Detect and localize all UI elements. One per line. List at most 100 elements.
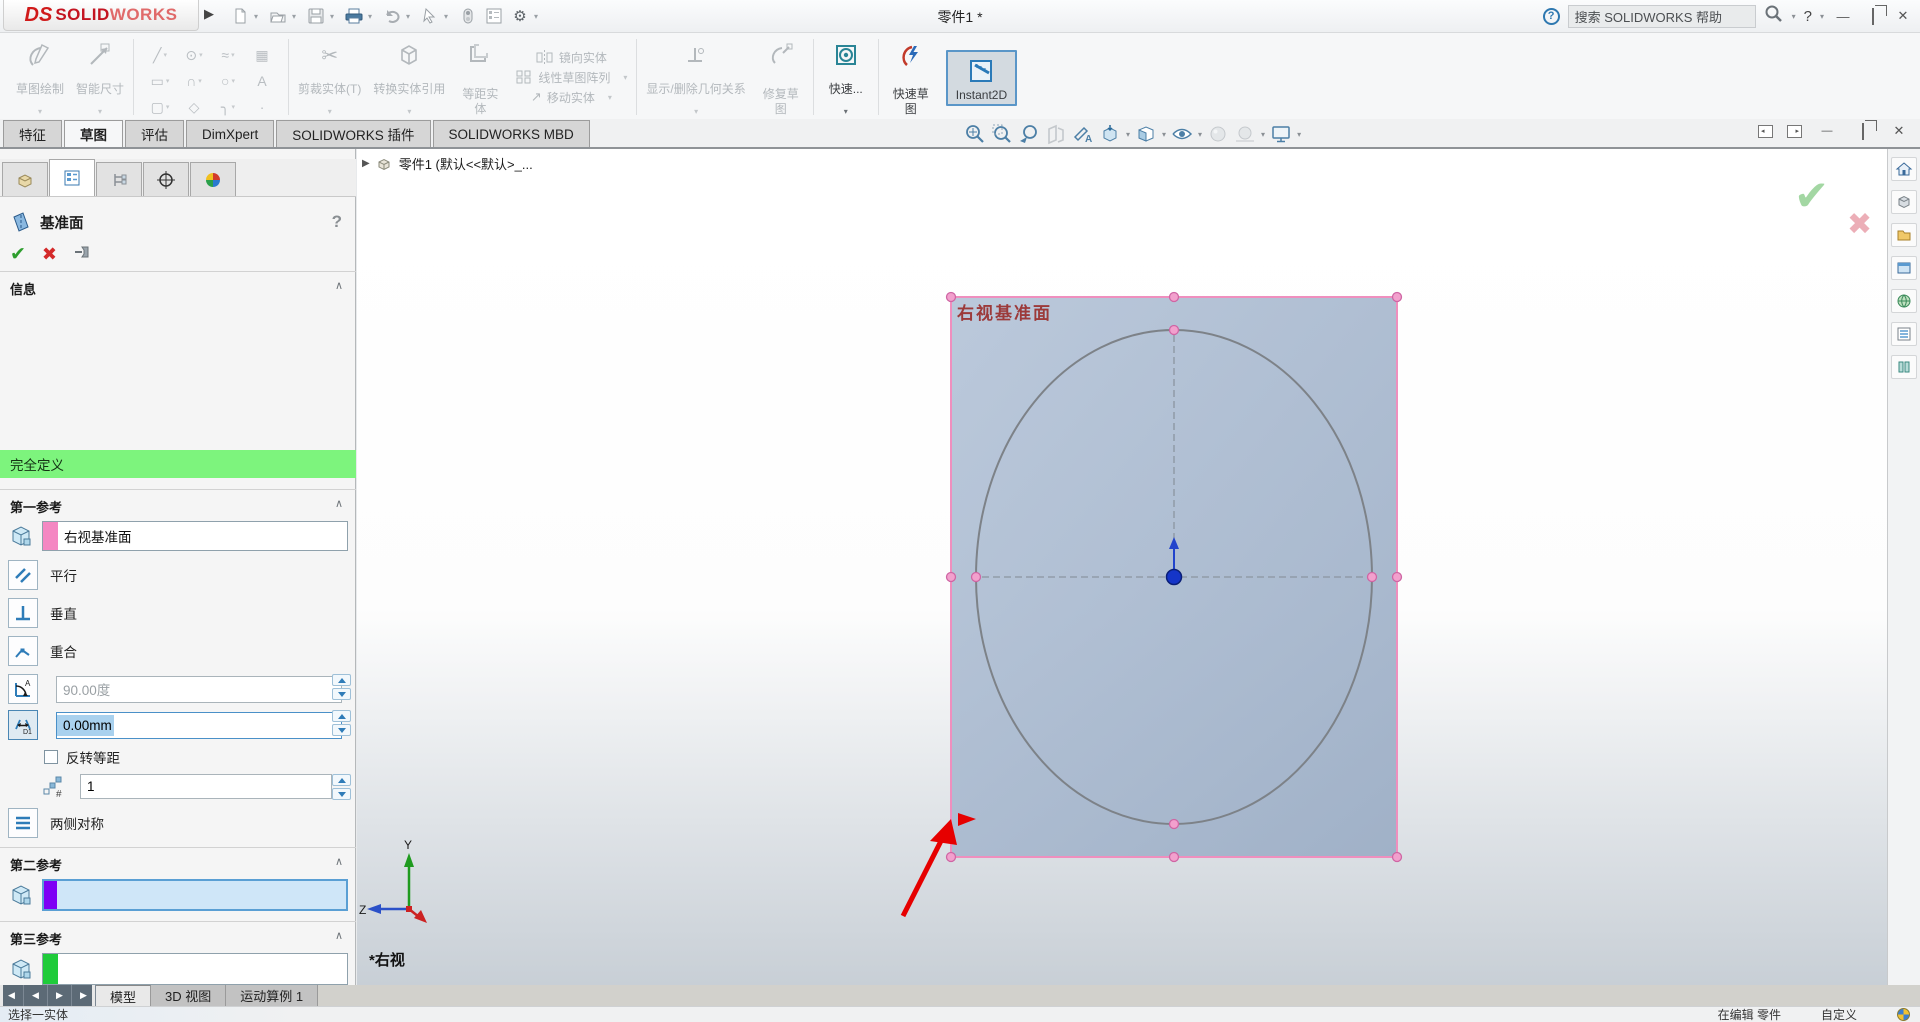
smart-dimension-caret-icon[interactable]: ▾ <box>98 107 102 117</box>
dimxpert-manager-tab[interactable] <box>143 162 189 196</box>
open-caret-icon[interactable]: ▾ <box>292 12 302 21</box>
search-icon[interactable] <box>1764 4 1784 29</box>
second-reference-selection-box[interactable] <box>42 879 348 911</box>
trim-entities-button[interactable]: ✂ 剪裁实体(T) ▾ <box>292 35 367 119</box>
select-caret-icon[interactable]: ▾ <box>444 12 454 21</box>
quick-snaps-caret-icon[interactable]: ▾ <box>844 107 848 117</box>
next-study-button[interactable]: ▶ <box>48 985 72 1006</box>
second-reference-header[interactable]: 第二参考 <box>10 855 62 874</box>
new-caret-icon[interactable]: ▾ <box>254 12 264 21</box>
save-icon[interactable] <box>304 4 328 28</box>
hide-show-caret-icon[interactable]: ▾ <box>1198 130 1202 139</box>
linear-pattern-button[interactable]: 线性草图阵列 ▾ <box>515 69 627 86</box>
collapse-pane-left-icon[interactable]: ◂ <box>1758 124 1773 138</box>
smart-dimension-button[interactable]: 智能尺寸 ▾ <box>70 35 130 119</box>
undo-caret-icon[interactable]: ▾ <box>406 12 416 21</box>
zoom-fit-icon[interactable] <box>963 122 987 146</box>
info-collapse-icon[interactable]: ∧ <box>335 279 343 292</box>
quick-snaps-button[interactable]: 快速... ▾ <box>817 35 875 119</box>
hide-show-items-icon[interactable] <box>1170 122 1194 146</box>
distance-input[interactable]: 0.00mm <box>56 711 342 739</box>
sketch-button[interactable]: 草图绘制 ▾ <box>10 35 70 119</box>
slot-tool[interactable]: ▢ ▾ <box>143 99 177 116</box>
view-settings-caret-icon[interactable]: ▾ <box>1297 130 1301 139</box>
graphics-area[interactable]: ▶ 零件1 (默认<<默认>_... Y Z 右视基准面 *右视 ✔ ✖ <box>357 149 1887 985</box>
doc-close-button[interactable]: ✕ <box>1888 123 1910 139</box>
restore-button[interactable] <box>1862 7 1884 25</box>
count-spin-up[interactable] <box>332 774 351 786</box>
ellipse-tool[interactable]: ○ ▾ <box>211 73 245 89</box>
display-relations-button[interactable]: 显示/删除几何关系 ▾ <box>640 35 751 119</box>
panel-help-icon[interactable]: ? <box>332 212 342 232</box>
view-settings-icon[interactable] <box>1269 122 1293 146</box>
resources-icon[interactable] <box>1891 190 1917 214</box>
parallel-button[interactable] <box>8 560 38 590</box>
polygon-tool[interactable]: ◇ <box>177 99 211 116</box>
ok-button[interactable]: ✔ <box>10 243 26 266</box>
coincident-button[interactable] <box>8 636 38 666</box>
offset-entities-button[interactable]: 等距实体 <box>451 35 509 119</box>
info-section-header[interactable]: 信息 <box>10 279 36 298</box>
previous-study-button[interactable]: ◀ <box>24 985 48 1006</box>
convert-entities-button[interactable]: 转换实体引用 ▾ <box>367 35 451 119</box>
tab-evaluate[interactable]: 评估 <box>125 120 184 147</box>
text-tool[interactable]: A <box>245 73 279 89</box>
motion-study-tab[interactable]: 运动算例 1 <box>226 985 319 1006</box>
settings-gear-icon[interactable]: ⚙ <box>508 4 532 28</box>
toggle-icon[interactable] <box>456 4 480 28</box>
model-tab[interactable]: 模型 <box>96 985 152 1006</box>
surface-region-tool[interactable]: ▦ <box>245 47 279 64</box>
convert-caret-icon[interactable]: ▾ <box>407 107 411 117</box>
custom-properties-icon[interactable] <box>1891 355 1917 379</box>
file-explorer-icon[interactable] <box>1891 256 1917 280</box>
view-annotations-icon[interactable]: A <box>1071 122 1095 146</box>
mid-plane-button[interactable] <box>8 808 38 838</box>
second-ref-collapse-icon[interactable]: ∧ <box>335 855 343 868</box>
tab-sketch[interactable]: 草图 <box>64 120 123 147</box>
tab-features[interactable]: 特征 <box>3 120 62 147</box>
print-icon[interactable] <box>342 4 366 28</box>
trim-caret-icon[interactable]: ▾ <box>328 107 332 117</box>
angle-spin-down[interactable] <box>332 688 351 700</box>
close-button[interactable]: ✕ <box>1892 8 1914 24</box>
undo-icon[interactable] <box>380 4 404 28</box>
configuration-manager-tab[interactable] <box>96 162 142 196</box>
open-icon[interactable] <box>266 4 290 28</box>
rectangle-tool[interactable]: ▭ ▾ <box>143 73 177 90</box>
first-study-button[interactable]: ◀ <box>0 985 24 1006</box>
apply-scene-caret-icon[interactable]: ▾ <box>1261 130 1265 139</box>
confirmation-accept-icon[interactable]: ✔ <box>1794 171 1829 220</box>
doc-restore-button[interactable] <box>1852 122 1874 140</box>
select-cursor-icon[interactable] <box>418 4 442 28</box>
settings-caret-icon[interactable]: ▾ <box>534 12 544 21</box>
property-manager-tab[interactable] <box>49 159 95 196</box>
save-caret-icon[interactable]: ▾ <box>330 12 340 21</box>
display-relations-caret-icon[interactable]: ▾ <box>694 107 698 117</box>
first-ref-collapse-icon[interactable]: ∧ <box>335 497 343 510</box>
move-entities-button[interactable]: ↗ 移动实体 ▾ <box>531 89 612 106</box>
plane-count-input[interactable]: 1 <box>80 774 332 799</box>
arc-tool[interactable]: ∩ ▾ <box>177 73 211 89</box>
sketch-caret-icon[interactable]: ▾ <box>38 107 42 117</box>
tab-dimxpert[interactable]: DimXpert <box>186 120 275 147</box>
help-caret-icon[interactable]: ▾ <box>1820 12 1824 21</box>
confirmation-cancel-icon[interactable]: ✖ <box>1847 207 1872 242</box>
print-caret-icon[interactable]: ▾ <box>368 12 378 21</box>
instant2d-button[interactable]: Instant2D <box>940 35 1023 119</box>
pattern-caret-icon[interactable]: ▾ <box>623 73 627 82</box>
distance-spin-up[interactable] <box>332 710 351 722</box>
mirror-entities-button[interactable]: 镜向实体 <box>536 49 607 66</box>
pin-icon[interactable] <box>73 244 93 265</box>
tab-mbd[interactable]: SOLIDWORKS MBD <box>432 120 590 147</box>
circle-tool[interactable]: ⊙ ▾ <box>177 47 211 64</box>
distance-spin-down[interactable] <box>332 724 351 736</box>
view-orientation-icon[interactable] <box>1098 122 1122 146</box>
units-globe-icon[interactable] <box>1897 1008 1910 1021</box>
doc-minimize-button[interactable]: — <box>1816 125 1838 137</box>
fillet-tool[interactable]: ╮ ▾ <box>211 99 245 116</box>
perpendicular-button[interactable] <box>8 598 38 628</box>
first-reference-header[interactable]: 第一参考 <box>10 497 62 516</box>
new-document-icon[interactable] <box>228 4 252 28</box>
ellipse-center-point[interactable] <box>1165 568 1183 586</box>
line-tool[interactable]: ╱ ▾ <box>143 47 177 64</box>
